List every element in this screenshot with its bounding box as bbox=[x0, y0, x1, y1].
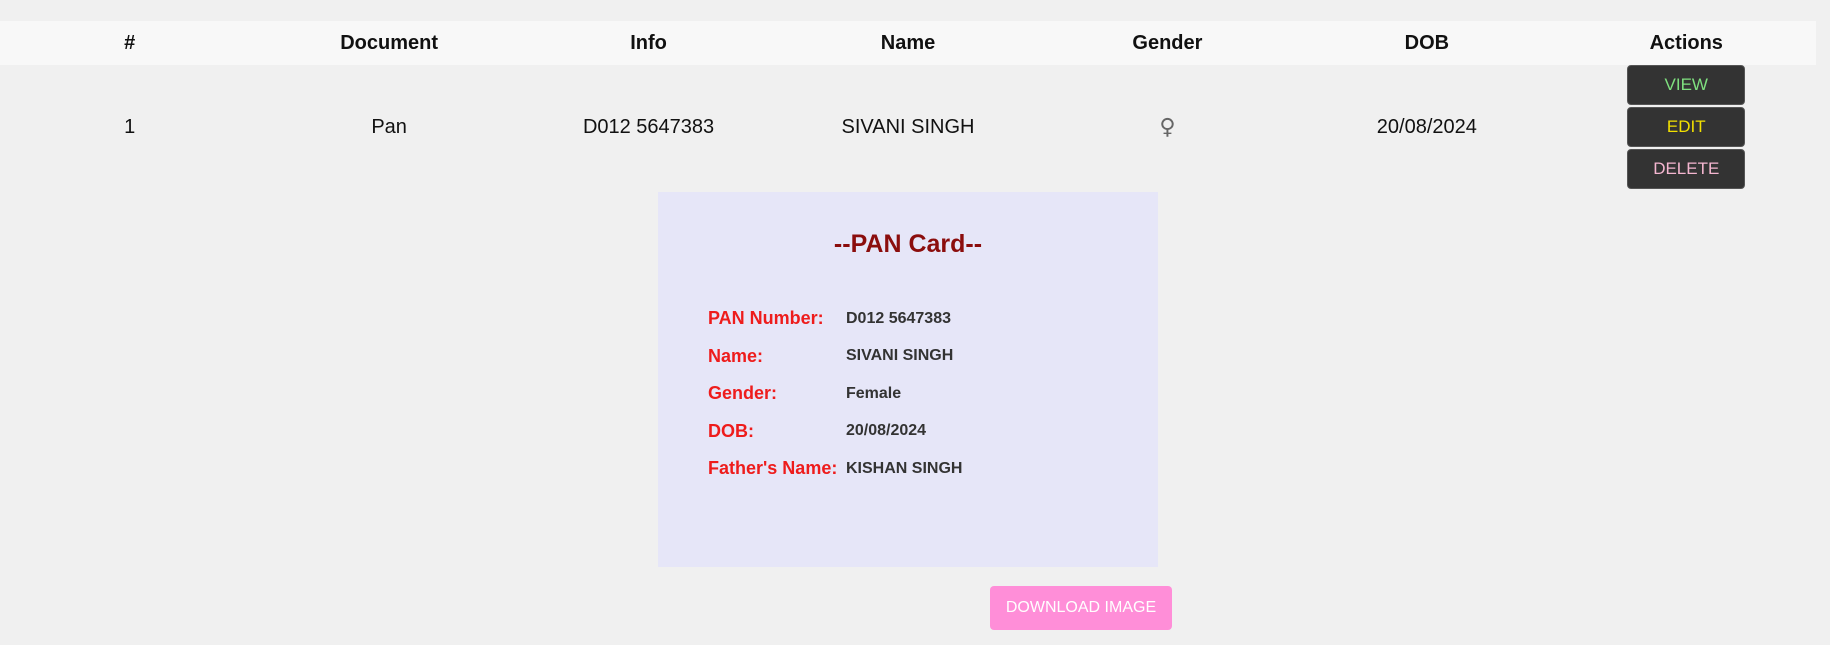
card-fields: PAN Number: D012 5647383 Name: SIVANI SI… bbox=[708, 300, 962, 488]
card-field-pan-number: PAN Number: D012 5647383 bbox=[708, 300, 962, 338]
delete-button[interactable]: DELETE bbox=[1627, 149, 1746, 189]
header-document: Document bbox=[340, 31, 439, 54]
cell-dob: 20/08/2024 bbox=[1376, 115, 1477, 138]
card-label: DOB: bbox=[708, 420, 754, 441]
card-label: PAN Number: bbox=[708, 308, 824, 329]
card-label: Father's Name: bbox=[708, 458, 838, 479]
card-value: 20/08/2024 bbox=[846, 422, 927, 440]
card-value: SIVANI SINGH bbox=[846, 347, 954, 365]
pan-card-preview: --PAN Card-- PAN Number: D012 5647383 Na… bbox=[658, 192, 1158, 567]
cell-actions: VIEW EDIT DELETE bbox=[1557, 65, 1816, 189]
download-image-button[interactable]: DOWNLOAD IMAGE bbox=[990, 586, 1172, 630]
card-title: --PAN Card-- bbox=[833, 230, 983, 258]
card-label: Name: bbox=[708, 345, 764, 366]
card-value: Female bbox=[846, 384, 902, 402]
female-symbol-icon: ♀ bbox=[1159, 114, 1176, 140]
header-actions: Actions bbox=[1649, 31, 1723, 54]
header-info: Info bbox=[630, 31, 667, 54]
card-field-name: Name: SIVANI SINGH bbox=[708, 338, 962, 376]
header-name: Name bbox=[880, 31, 936, 54]
table-header: # Document Info Name Gender DOB Actions bbox=[0, 21, 1816, 65]
header-index: # bbox=[124, 31, 136, 54]
header-dob: DOB bbox=[1404, 31, 1450, 54]
table-row: 1 Pan D012 5647383 SIVANI SINGH ♀ 20/08/… bbox=[0, 65, 1816, 189]
documents-table: # Document Info Name Gender DOB Actions … bbox=[0, 21, 1816, 189]
cell-name: SIVANI SINGH bbox=[841, 115, 975, 138]
edit-button[interactable]: EDIT bbox=[1627, 107, 1746, 147]
card-field-dob: DOB: 20/08/2024 bbox=[708, 413, 962, 451]
cell-info: D012 5647383 bbox=[582, 115, 715, 138]
view-button[interactable]: VIEW bbox=[1627, 65, 1746, 105]
card-label: Gender: bbox=[708, 383, 778, 404]
card-value: KISHAN SINGH bbox=[846, 459, 963, 477]
cell-gender: ♀ bbox=[1038, 115, 1297, 140]
row-actions: VIEW EDIT DELETE bbox=[1566, 65, 1806, 189]
header-gender: Gender bbox=[1132, 31, 1203, 54]
cell-index: 1 bbox=[124, 115, 136, 138]
card-field-gender: Gender: Female bbox=[708, 375, 962, 413]
cell-document: Pan bbox=[371, 115, 407, 138]
card-value: D012 5647383 bbox=[846, 309, 951, 327]
card-field-fathers-name: Father's Name: KISHAN SINGH bbox=[708, 450, 962, 488]
